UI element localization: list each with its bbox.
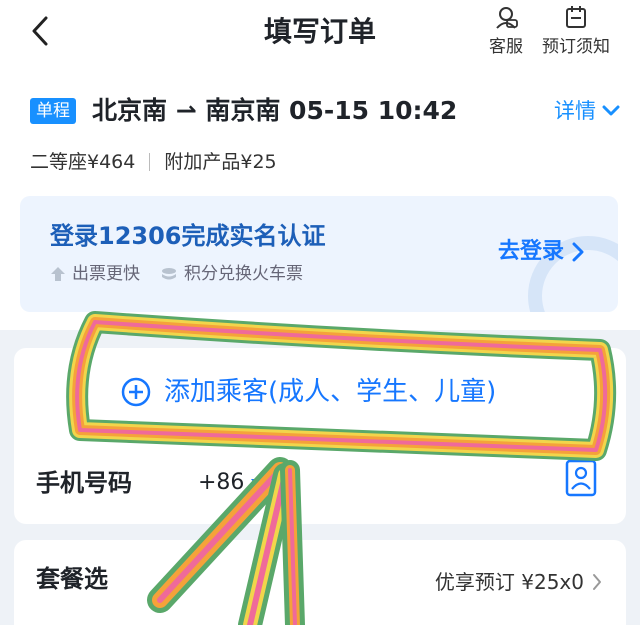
trip-detail-button[interactable]: 详情 [554, 96, 620, 126]
price-divider [149, 153, 151, 171]
country-code-select[interactable]: +86 [198, 468, 264, 498]
login-benefits: 出票更快 积分兑换火车票 [50, 262, 303, 286]
booking-notice-label: 预订须知 [542, 37, 610, 57]
add-passenger-label: 添加乘客(成人、学生、儿童) [164, 377, 497, 407]
customer-service-button[interactable]: 客服 [470, 4, 542, 57]
trip-detail-label: 详情 [554, 99, 596, 123]
package-value: 优享预订 ¥25x0 [435, 568, 602, 596]
benefit-label: 出票更快 [72, 264, 140, 284]
contact-book-icon [565, 459, 597, 497]
chevron-right-icon [593, 574, 601, 590]
addon-price: 附加产品¥25 [164, 151, 277, 173]
phone-label: 手机号码 [36, 469, 132, 497]
trip-type-badge: 单程 [30, 98, 76, 124]
caret-down-icon [251, 479, 264, 487]
chevron-right-icon [572, 242, 584, 262]
login-button[interactable]: 去登录 [498, 236, 584, 268]
package-label: 套餐选 [36, 565, 108, 593]
customer-service-icon [496, 7, 518, 29]
login-banner-title: 登录12306完成实名认证 [50, 222, 326, 250]
price-summary: 二等座¥464 附加产品¥25 [30, 148, 277, 176]
coins-icon [162, 268, 176, 280]
package-card[interactable]: 套餐选 优享预订 ¥25x0 [14, 540, 626, 625]
login-button-label: 去登录 [497, 239, 564, 264]
package-value-text: 优享预订 ¥25x0 [434, 570, 584, 594]
country-code-value: +86 [198, 470, 245, 495]
benefit-label: 积分兑换火车票 [184, 264, 303, 284]
trip-summary: 单程 北京南 ⇀ 南京南 05-15 10:42 详情 [30, 92, 620, 132]
benefit-item: 出票更快 [50, 262, 140, 286]
seat-price: 二等座¥464 [30, 151, 136, 173]
calendar-notice-icon [566, 6, 586, 28]
plus-circle-icon [121, 377, 151, 407]
benefit-item: 积分兑换火车票 [160, 262, 303, 286]
booking-notice-button[interactable]: 预订须知 [540, 4, 612, 57]
chevron-down-icon [602, 105, 620, 116]
arrow-up-icon [51, 267, 65, 281]
customer-service-label: 客服 [489, 37, 523, 57]
login-banner[interactable]: 登录12306完成实名认证 出票更快 积分兑换火车票 去登录 [20, 196, 618, 312]
add-passenger-button[interactable]: 添加乘客(成人、学生、儿童) [120, 372, 496, 412]
contact-book-button[interactable] [564, 458, 598, 502]
trip-route: 北京南 ⇀ 南京南 05-15 10:42 [92, 96, 458, 125]
passenger-card: 添加乘客(成人、学生、儿童) 手机号码 +86 [14, 348, 626, 524]
